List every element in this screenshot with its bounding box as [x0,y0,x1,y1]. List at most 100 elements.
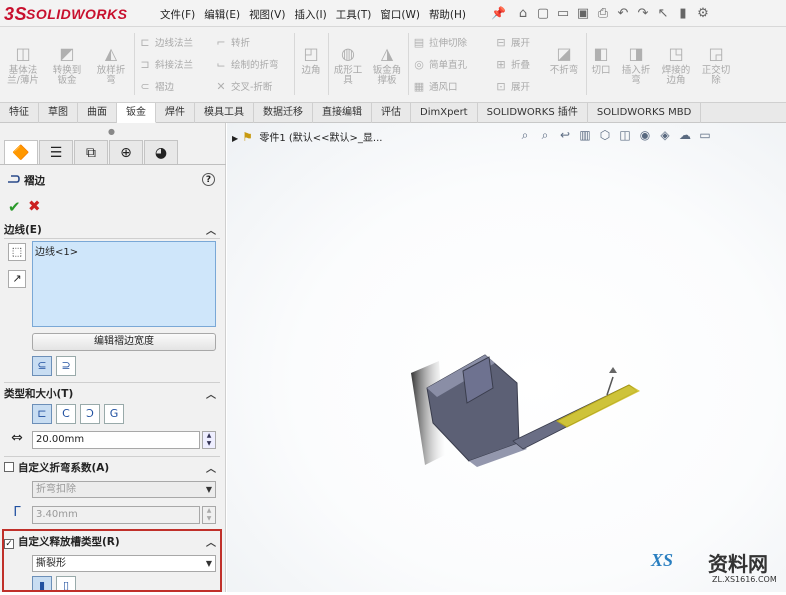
menu-view[interactable]: 视图(V) [249,7,294,22]
base-flange-button[interactable]: ◫ 基体法 兰/薄片 [6,45,40,86]
hem-closed-icon[interactable]: ⊏ [32,404,52,424]
convert-to-sheetmetal-button[interactable]: ◩ 转换到 钣金 [50,45,84,86]
dimxpert-tab-icon[interactable]: ⊕ [109,140,143,164]
bend-deduction-spinner[interactable]: ▲ ▼ [202,506,216,524]
propertymanager-tab-icon[interactable]: ☰ [39,140,73,164]
hem-button[interactable]: ⊂ 褶边 [138,79,174,95]
help-icon[interactable]: ? [202,173,215,186]
zoom-to-fit-icon[interactable]: ⌕ [516,127,534,143]
tab-mold-tools[interactable]: 模具工具 [195,103,254,123]
heads-up-view-toolbar: ⌕ ⌕ ↩ ▥ ⬡ ◫ ◉ ◈ ☁ ▭ [516,127,714,143]
cross-break-icon: ✕ [216,80,226,93]
jog-button[interactable]: ⌐ 转折 [214,35,250,51]
select-icon[interactable]: ↖ [655,6,671,22]
menu-file[interactable]: 文件(F) [160,7,204,22]
bend-deduction-input[interactable]: 3.40mm [32,506,200,524]
miter-flange-button[interactable]: ⊐ 斜接法兰 [138,57,193,73]
flatten-button[interactable]: ⊡ 展开 [494,79,530,95]
tab-direct-editing[interactable]: 直接编辑 [313,103,372,123]
pin-icon[interactable]: 📌 [491,6,506,20]
zoom-area-icon[interactable]: ⌕ [536,127,554,143]
welded-corner-button[interactable]: ◳ 焊接的 边角 [658,45,694,86]
edge-list-item[interactable]: 边线<1> [35,243,78,258]
new-document-icon[interactable]: ▢ [535,6,551,22]
no-bends-button[interactable]: ◪ 不折弯 [546,45,582,76]
display-manager-tab-icon[interactable]: ◕ [144,140,178,164]
expand-arrow-icon[interactable]: ▶ [232,134,238,143]
material-inside-icon[interactable]: ⊆ [32,356,52,376]
bend-allowance-type-select[interactable]: 折弯扣除 ▼ [32,481,216,498]
tab-addins[interactable]: SOLIDWORKS 插件 [478,103,588,123]
edge-flange-button[interactable]: ⊏ 边线法兰 [138,35,193,51]
section-view-icon[interactable]: ▥ [576,127,594,143]
ok-check-icon[interactable]: ✔ [8,198,21,216]
apply-scene-icon[interactable]: ☁ [676,127,694,143]
hem-length-input[interactable]: 20.00mm [32,431,200,449]
menu-edit[interactable]: 编辑(E) [204,7,249,22]
length-spinner[interactable]: ▲ ▼ [202,431,216,449]
tab-data-migration[interactable]: 数据迁移 [254,103,313,123]
graphics-area[interactable] [227,123,786,592]
extruded-cut-button[interactable]: ▤ 拉伸切除 [412,35,467,51]
solidworks-logo: 3S SOLIDWORKS [4,4,127,24]
options-icon[interactable]: ⚙ [695,6,711,22]
normal-cut-button[interactable]: ◲ 正交切 除 [698,45,734,86]
feature-tree-flyout[interactable]: ▶ ⚑ 零件1 (默认<<默认>_显... [232,129,382,144]
save-icon[interactable]: ▣ [575,6,591,22]
edges-section-header[interactable]: 边线(E) ︿ [4,222,220,239]
tab-dimxpert[interactable]: DimXpert [411,103,478,123]
tab-features[interactable]: 特征 [0,103,39,123]
simple-hole-button[interactable]: ◎ 简单直孔 [412,57,467,73]
custom-bend-allowance-checkbox[interactable] [4,462,14,472]
tab-evaluate[interactable]: 评估 [372,103,411,123]
tab-sheet-metal[interactable]: 钣金 [117,103,156,123]
undo-icon[interactable]: ↶ [615,6,631,22]
tab-weldments[interactable]: 焊件 [156,103,195,123]
dropdown-arrow-icon: ▼ [205,485,212,494]
custom-bend-allowance-header[interactable]: 自定义折弯系数(A) ︿ [4,460,220,477]
welded-corner-icon: ◳ [668,44,684,63]
edge-selection-list[interactable]: 边线<1> [32,241,216,327]
hem-open-icon[interactable]: C [56,404,76,424]
redo-icon[interactable]: ↷ [635,6,651,22]
tab-surfaces[interactable]: 曲面 [78,103,117,123]
configurationmanager-tab-icon[interactable]: ⧉ [74,140,108,164]
unfold-button[interactable]: ⊟ 展开 [494,35,530,51]
forming-tool-button[interactable]: ◍ 成形工 具 [332,45,364,86]
lofted-bend-button[interactable]: ◭ 放样折 弯 [92,45,130,86]
vent-button[interactable]: ▦ 通风口 [412,79,458,95]
view-settings-icon[interactable]: ▭ [696,127,714,143]
featuremanager-tab-icon[interactable]: 🔶 [4,140,38,164]
view-orientation-icon[interactable]: ⬡ [596,127,614,143]
previous-view-icon[interactable]: ↩ [556,127,574,143]
menu-insert[interactable]: 插入(I) [294,7,335,22]
tab-sketch[interactable]: 草图 [39,103,78,123]
rip-button[interactable]: ◧ 切口 [588,45,614,76]
type-size-section-header[interactable]: 类型和大小(T) ︿ [4,386,220,403]
panel-collapse-handle[interactable]: ● [108,127,115,136]
edit-appearance-icon[interactable]: ◈ [656,127,674,143]
reverse-direction-icon[interactable]: ↗ [8,270,26,288]
menu-tools[interactable]: 工具(T) [336,7,381,22]
edit-hem-width-button[interactable]: 编辑褶边宽度 [32,333,216,351]
sketched-bend-button[interactable]: ⌙ 绘制的折弯 [214,57,278,73]
menu-window[interactable]: 窗口(W) [380,7,429,22]
cross-break-button[interactable]: ✕ 交叉-折断 [214,79,272,95]
bend-outside-icon[interactable]: ⊇ [56,356,76,376]
menu-help[interactable]: 帮助(H) [429,7,475,22]
corners-button[interactable]: ◰ 边角 [298,45,324,76]
ribbon-separator [328,33,329,95]
hem-rolled-icon[interactable]: G [104,404,124,424]
hem-tear-drop-icon[interactable]: Ↄ [80,404,100,424]
home-icon[interactable]: ⌂ [515,6,531,22]
rebuild-icon[interactable]: ▮ [675,6,691,22]
fold-button[interactable]: ⊞ 折叠 [494,57,530,73]
tab-mbd[interactable]: SOLIDWORKS MBD [588,103,702,123]
sheetmetal-gusset-button[interactable]: ◮ 钣金角 撑板 [370,45,404,86]
cancel-x-icon[interactable]: ✖ [28,197,41,215]
print-icon[interactable]: ⎙ [595,6,611,22]
hide-show-icon[interactable]: ◉ [636,127,654,143]
insert-bends-button[interactable]: ◨ 插入折 弯 [618,45,654,86]
display-style-icon[interactable]: ◫ [616,127,634,143]
open-icon[interactable]: ▭ [555,6,571,22]
